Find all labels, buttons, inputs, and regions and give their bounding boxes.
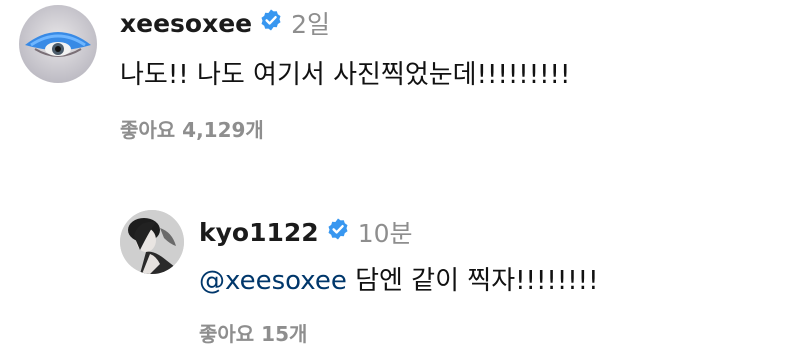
like-count[interactable]: 좋아요 15개: [199, 318, 307, 347]
avatar[interactable]: [120, 210, 184, 274]
comment-text: 나도!! 나도 여기서 사진찍었눈데!!!!!!!!!: [120, 60, 571, 90]
comment-text: @xeesoxee 담엔 같이 찍자!!!!!!!!: [199, 260, 599, 297]
verified-badge-icon: [326, 217, 350, 247]
reply-message: 담엔 같이 찍자!!!!!!!!: [355, 266, 599, 296]
comment-header: kyo1122 10분: [199, 215, 413, 249]
avatar-portrait-image: [120, 210, 184, 274]
avatar-eye-image: [19, 5, 97, 83]
mention-link[interactable]: @xeesoxee: [199, 266, 347, 296]
avatar[interactable]: [19, 5, 97, 83]
verified-badge-icon: [259, 8, 283, 38]
comment-header: xeesoxee 2일: [120, 6, 330, 40]
username[interactable]: kyo1122: [199, 218, 319, 247]
username[interactable]: xeesoxee: [120, 9, 252, 38]
timestamp: 2일: [291, 10, 331, 39]
timestamp: 10분: [357, 219, 413, 248]
like-count[interactable]: 좋아요 4,129개: [120, 114, 264, 143]
